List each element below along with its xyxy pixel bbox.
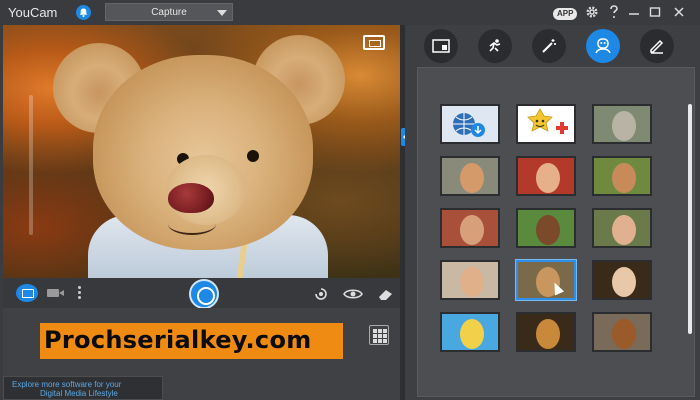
avatar-grid bbox=[417, 67, 695, 397]
avatar-face bbox=[612, 111, 636, 141]
app-badge-button[interactable]: APP bbox=[553, 8, 578, 20]
avatar-thumb-curly-woman[interactable] bbox=[592, 208, 652, 248]
avatar-thumb-clown[interactable] bbox=[440, 312, 500, 352]
avatar-thumb-download-more[interactable] bbox=[440, 104, 500, 144]
mode-dropdown[interactable]: Capture bbox=[105, 3, 233, 21]
avatar-thumb-red-hair-barn[interactable] bbox=[516, 156, 576, 196]
avatar-thumb-man-office[interactable] bbox=[440, 260, 500, 300]
avatar-thumb-man-field[interactable] bbox=[592, 156, 652, 196]
youcam-window: YouCam Capture APP Prochserialkey.com Ex… bbox=[0, 0, 700, 400]
avatar-thumb-woman-palace[interactable] bbox=[440, 208, 500, 248]
watermark-banner: Prochserialkey.com bbox=[40, 323, 343, 359]
help-icon[interactable] bbox=[607, 5, 621, 19]
eraser-icon[interactable] bbox=[377, 287, 395, 303]
bear-mouth bbox=[168, 213, 216, 235]
avatar-face bbox=[612, 163, 636, 193]
mode-dropdown-value: Capture bbox=[151, 7, 187, 18]
fullscreen-icon[interactable] bbox=[363, 35, 385, 50]
tab-effects[interactable] bbox=[532, 29, 566, 63]
avatar-thumb-woman-castle[interactable] bbox=[440, 156, 500, 196]
chevron-down-icon bbox=[217, 10, 227, 16]
bell-icon[interactable] bbox=[76, 5, 91, 20]
effects-panel bbox=[405, 25, 700, 400]
avatar-face bbox=[612, 267, 636, 297]
camera-preview bbox=[3, 25, 400, 278]
promo-line-2: Digital Media Lifestyle bbox=[40, 389, 118, 398]
tab-avatars[interactable] bbox=[586, 29, 620, 63]
avatar-thumb-add-custom[interactable] bbox=[516, 104, 576, 144]
pencil-icon bbox=[650, 39, 664, 54]
avatar-icon bbox=[595, 38, 611, 54]
tab-particles[interactable] bbox=[478, 29, 512, 63]
avatar-face bbox=[536, 215, 560, 245]
avatar-face bbox=[460, 319, 484, 349]
avatar-thumb-old-man[interactable] bbox=[592, 260, 652, 300]
avatar-thumb-statue[interactable] bbox=[592, 104, 652, 144]
close-icon[interactable] bbox=[672, 5, 686, 19]
frame-icon bbox=[432, 39, 450, 53]
maximize-icon[interactable] bbox=[648, 5, 662, 19]
avatar-face bbox=[536, 163, 560, 193]
avatar-thumb-poodle[interactable] bbox=[592, 312, 652, 352]
avatar-face bbox=[612, 215, 636, 245]
bear-nose bbox=[168, 183, 214, 213]
bear-right-eye bbox=[247, 150, 259, 162]
promo-link[interactable]: Explore more software for your Digital M… bbox=[3, 376, 163, 400]
avatar-thumb-dark-man-field[interactable] bbox=[516, 208, 576, 248]
tab-brushes[interactable] bbox=[640, 29, 674, 63]
avatar-face bbox=[612, 319, 636, 349]
zoom-slider[interactable] bbox=[29, 95, 33, 235]
minimize-icon[interactable] bbox=[627, 5, 641, 19]
avatar-thumb-teddy-bear[interactable] bbox=[516, 260, 576, 300]
avatar-face bbox=[460, 215, 484, 245]
grid-icon[interactable] bbox=[369, 325, 389, 345]
eye-icon[interactable] bbox=[343, 287, 363, 303]
face-login-icon[interactable] bbox=[313, 287, 329, 303]
photo-camera-icon[interactable] bbox=[16, 284, 38, 302]
avatar-face bbox=[460, 267, 484, 297]
capture-controls bbox=[3, 278, 400, 309]
teddy-bear-avatar-overlay bbox=[48, 33, 358, 278]
avatar-thumb-dog[interactable] bbox=[516, 312, 576, 352]
tab-frames[interactable] bbox=[424, 29, 458, 63]
more-options-icon[interactable] bbox=[76, 284, 82, 302]
lower-left-area: Prochserialkey.com Explore more software… bbox=[3, 308, 400, 400]
magic-wand-icon bbox=[542, 39, 556, 53]
title-bar: YouCam Capture APP bbox=[0, 0, 700, 25]
avatar-face bbox=[460, 163, 484, 193]
running-man-icon bbox=[489, 39, 501, 52]
video-camera-icon[interactable] bbox=[47, 285, 65, 299]
app-title: YouCam bbox=[8, 5, 58, 20]
shutter-button[interactable] bbox=[189, 279, 219, 309]
gear-icon[interactable] bbox=[585, 5, 599, 19]
avatar-face bbox=[536, 319, 560, 349]
scrollbar[interactable] bbox=[688, 104, 692, 334]
watermark-text: Prochserialkey.com bbox=[44, 326, 312, 354]
promo-line-1: Explore more software for your bbox=[12, 380, 122, 389]
